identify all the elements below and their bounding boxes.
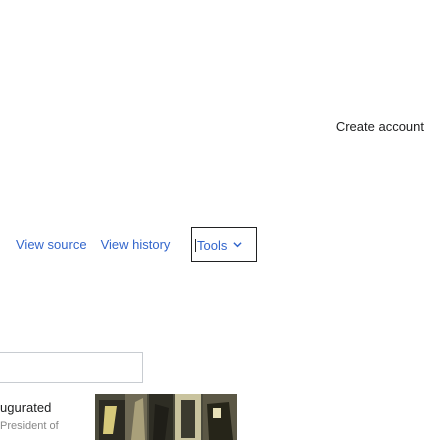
view-tabs: View source View history: [0, 237, 170, 252]
article-text: ugurated: [0, 400, 52, 415]
tab-view-history[interactable]: View history: [101, 237, 171, 252]
create-account-link[interactable]: Create account: [336, 119, 424, 134]
article-subtext: President of: [0, 420, 59, 432]
chevron-down-icon: [233, 240, 242, 252]
tools-label: Tools: [197, 238, 228, 253]
search-input[interactable]: [0, 352, 143, 383]
tab-view-source[interactable]: View source: [16, 237, 87, 252]
tools-separator: [195, 239, 196, 252]
tools-dropdown[interactable]: Tools: [191, 227, 257, 262]
article-photo[interactable]: [95, 394, 237, 440]
